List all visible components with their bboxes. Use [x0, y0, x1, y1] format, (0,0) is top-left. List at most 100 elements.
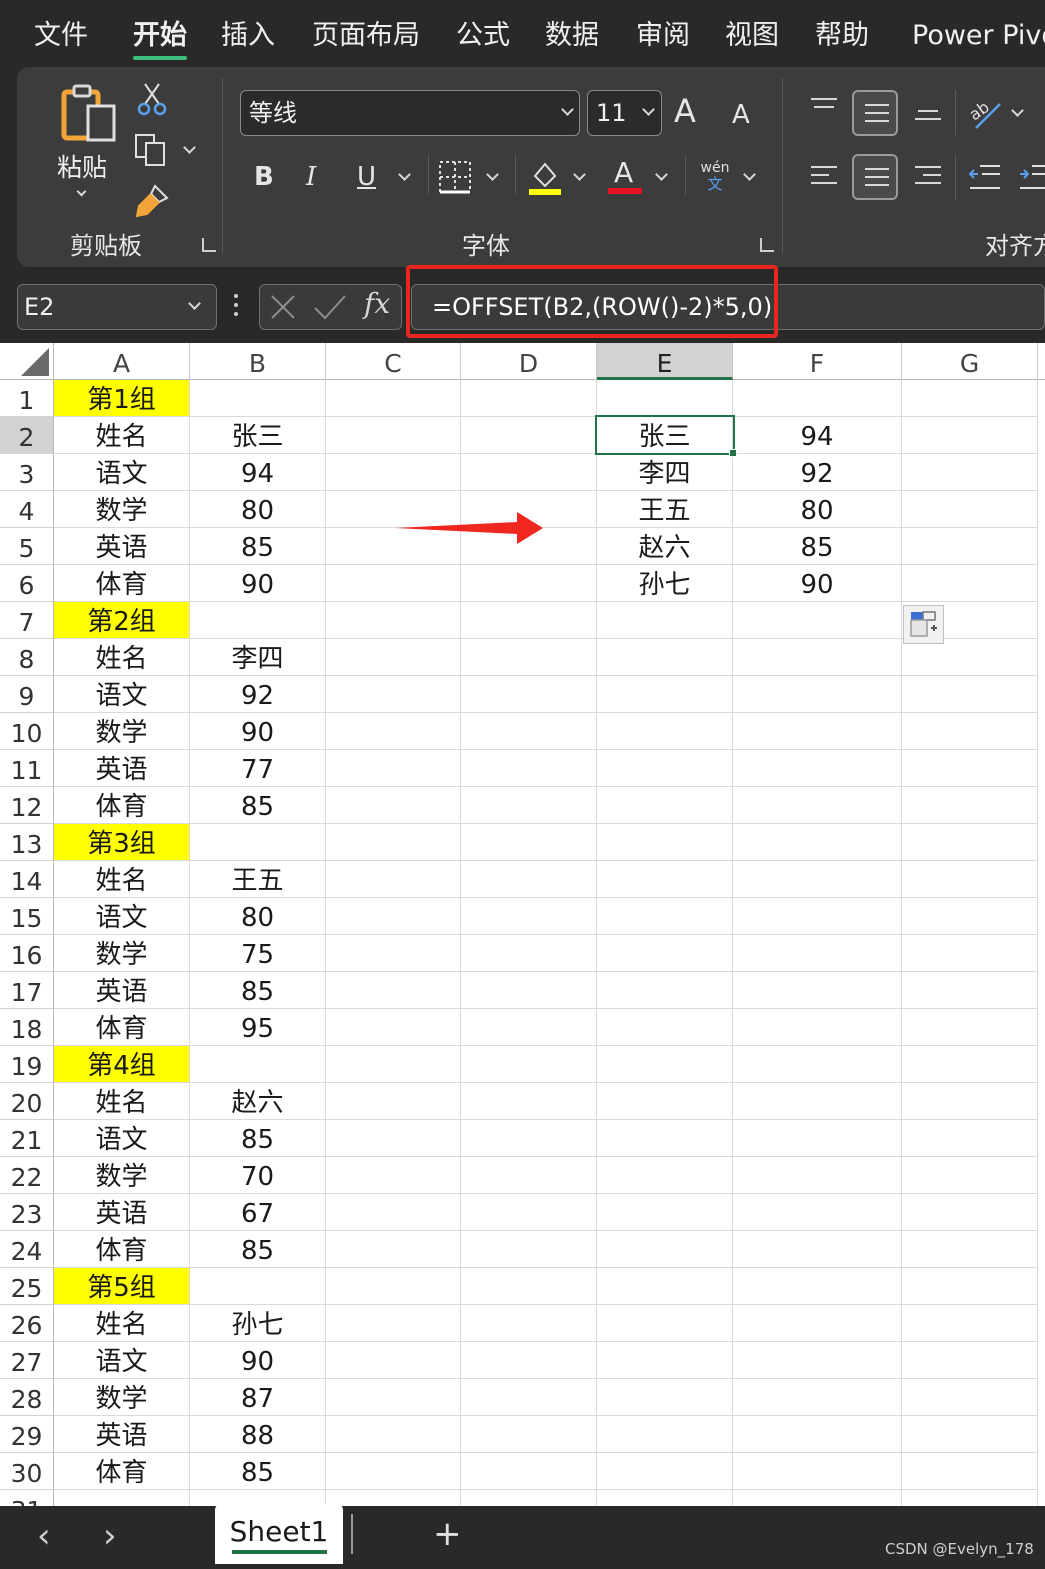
cell-d[interactable] [461, 1009, 597, 1046]
column-header-f[interactable]: F [733, 343, 902, 380]
cell-d[interactable] [461, 1194, 597, 1231]
cell-e[interactable] [597, 380, 733, 417]
row-header[interactable]: 15 [0, 898, 54, 935]
cell-b[interactable]: 90 [190, 565, 326, 602]
cell-f[interactable]: 85 [733, 528, 902, 565]
row-header[interactable]: 8 [0, 639, 54, 676]
cell-f[interactable]: 92 [733, 454, 902, 491]
cell-c[interactable] [326, 1379, 461, 1416]
enter-icon[interactable] [312, 292, 348, 322]
cell-c[interactable] [326, 1416, 461, 1453]
cell-b[interactable]: 85 [190, 787, 326, 824]
row-header[interactable]: 4 [0, 491, 54, 528]
cell-e[interactable] [597, 1379, 733, 1416]
row-header[interactable]: 3 [0, 454, 54, 491]
cell-a[interactable]: 语文 [54, 1342, 190, 1379]
cell-f[interactable] [733, 1194, 902, 1231]
row-header[interactable]: 23 [0, 1194, 54, 1231]
row-header[interactable]: 11 [0, 750, 54, 787]
cell-b[interactable]: 李四 [190, 639, 326, 676]
cell-a[interactable]: 语文 [54, 454, 190, 491]
cell-f[interactable] [733, 750, 902, 787]
cell-g[interactable] [902, 1194, 1038, 1231]
cell-e[interactable] [597, 1157, 733, 1194]
cell-b[interactable]: 张三 [190, 417, 326, 454]
column-header-c[interactable]: C [326, 343, 461, 380]
row-header[interactable]: 28 [0, 1379, 54, 1416]
font-size-select[interactable]: 11 [587, 90, 662, 136]
cell-d[interactable] [461, 713, 597, 750]
cell-a[interactable]: 英语 [54, 1416, 190, 1453]
font-color-icon[interactable]: A [608, 156, 644, 196]
row-header[interactable]: 16 [0, 935, 54, 972]
cell-f[interactable] [733, 1490, 902, 1506]
row-header[interactable]: 27 [0, 1342, 54, 1379]
fill-color-icon[interactable] [527, 158, 563, 196]
copy-icon[interactable] [134, 133, 168, 167]
cell-b[interactable]: 80 [190, 491, 326, 528]
cell-d[interactable] [461, 935, 597, 972]
cell-a[interactable]: 姓名 [54, 1305, 190, 1342]
fill-handle[interactable] [729, 449, 737, 457]
cell-g[interactable] [902, 1046, 1038, 1083]
cell-g[interactable] [902, 1231, 1038, 1268]
cell-f[interactable]: 90 [733, 565, 902, 602]
cell-c[interactable] [326, 824, 461, 861]
cell-e[interactable] [597, 861, 733, 898]
cell-b[interactable]: 67 [190, 1194, 326, 1231]
cell-g[interactable] [902, 935, 1038, 972]
cell-g[interactable] [902, 1453, 1038, 1490]
cell-c[interactable] [326, 898, 461, 935]
cell-c[interactable] [326, 935, 461, 972]
cell-c[interactable] [326, 1490, 461, 1506]
cell-a[interactable]: 数学 [54, 713, 190, 750]
cell-c[interactable] [326, 1268, 461, 1305]
cell-d[interactable] [461, 676, 597, 713]
cell-g[interactable] [902, 787, 1038, 824]
cell-d[interactable] [461, 1157, 597, 1194]
cell-d[interactable] [461, 380, 597, 417]
cell-e[interactable] [597, 898, 733, 935]
cell-b[interactable] [190, 602, 326, 639]
cell-e[interactable] [597, 1009, 733, 1046]
cell-f[interactable]: 94 [733, 417, 902, 454]
cell-a[interactable]: 第5组 [54, 1268, 190, 1305]
cell-e[interactable] [597, 1342, 733, 1379]
cell-f[interactable]: 80 [733, 491, 902, 528]
row-header[interactable]: 5 [0, 528, 54, 565]
cell-b[interactable]: 85 [190, 1231, 326, 1268]
row-header[interactable]: 30 [0, 1453, 54, 1490]
cell-b[interactable] [190, 1268, 326, 1305]
cell-c[interactable] [326, 1231, 461, 1268]
cell-g[interactable] [902, 861, 1038, 898]
borders-icon[interactable] [438, 160, 472, 194]
cell-a[interactable]: 第1组 [54, 380, 190, 417]
cell-a[interactable]: 数学 [54, 491, 190, 528]
cell-d[interactable] [461, 1379, 597, 1416]
cell-g[interactable] [902, 1416, 1038, 1453]
cell-e[interactable]: 王五 [597, 491, 733, 528]
cell-a[interactable]: 英语 [54, 528, 190, 565]
cell-g[interactable] [902, 454, 1038, 491]
cell-g[interactable] [902, 676, 1038, 713]
cell-d[interactable] [461, 972, 597, 1009]
cell-g[interactable] [902, 380, 1038, 417]
cell-e[interactable] [597, 824, 733, 861]
cell-a[interactable]: 英语 [54, 750, 190, 787]
cell-g[interactable] [902, 417, 1038, 454]
cell-f[interactable] [733, 898, 902, 935]
cell-f[interactable] [733, 1342, 902, 1379]
row-header[interactable]: 12 [0, 787, 54, 824]
cell-b[interactable]: 92 [190, 676, 326, 713]
row-header[interactable]: 24 [0, 1231, 54, 1268]
row-header[interactable]: 10 [0, 713, 54, 750]
cell-e[interactable]: 李四 [597, 454, 733, 491]
cell-f[interactable] [733, 1083, 902, 1120]
row-header[interactable]: 7 [0, 602, 54, 639]
cell-e[interactable] [597, 676, 733, 713]
cell-c[interactable] [326, 1305, 461, 1342]
underline-icon[interactable]: U [357, 162, 376, 192]
cell-c[interactable] [326, 713, 461, 750]
cell-c[interactable] [326, 1157, 461, 1194]
cell-c[interactable] [326, 1120, 461, 1157]
